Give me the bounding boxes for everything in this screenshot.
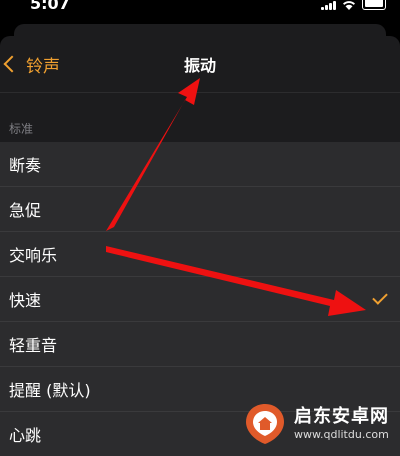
list-item[interactable]: 急促 — [0, 187, 400, 232]
list-item[interactable]: 断奏 — [0, 142, 400, 187]
watermark-url: www.qdlitdu.com — [294, 428, 389, 441]
list-item[interactable]: 轻重音 — [0, 322, 400, 367]
list-item-label: 快速 — [9, 291, 42, 310]
list-item-label: 断奏 — [9, 156, 42, 175]
list-item-label: 交响乐 — [9, 246, 58, 265]
status-bar: 5:07 — [0, 0, 400, 22]
nav-bar: 铃声 振动 — [0, 36, 400, 93]
watermark: 启东安卓网 www.qdlitdu.com — [240, 400, 400, 450]
status-icons — [321, 0, 386, 14]
list-item-selected[interactable]: 快速 — [0, 277, 400, 322]
watermark-title: 启东安卓网 — [294, 406, 389, 427]
battery-icon — [362, 0, 386, 10]
checkmark-icon — [372, 289, 388, 305]
list-item[interactable]: 交响乐 — [0, 232, 400, 277]
list-item-label: 轻重音 — [9, 336, 58, 355]
wifi-icon — [343, 1, 355, 10]
list-item-label: 心跳 — [9, 426, 42, 445]
section-header: 标准 — [9, 122, 34, 136]
signal-icon — [321, 0, 336, 10]
watermark-logo-icon — [246, 404, 284, 444]
status-time: 5:07 — [30, 0, 70, 13]
list-item-label: 急促 — [9, 201, 42, 220]
list-item-label: 提醒 (默认) — [9, 381, 91, 400]
page-title: 振动 — [183, 56, 216, 75]
